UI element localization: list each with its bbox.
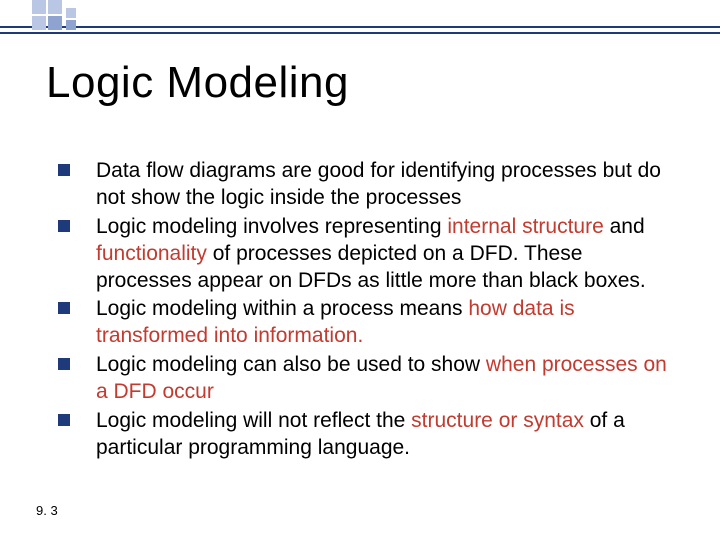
square-bullet-icon (58, 302, 70, 314)
bullet-list: Data flow diagrams are good for identify… (58, 158, 682, 464)
list-item-text: Logic modeling will not reflect the stru… (96, 408, 682, 462)
square-bullet-icon (58, 220, 70, 232)
slide-decoration (0, 0, 720, 38)
list-item-text: Logic modeling within a process means ho… (96, 296, 682, 350)
list-item: Logic modeling will not reflect the stru… (58, 408, 682, 462)
page-number: 9. 3 (36, 503, 58, 518)
list-item: Logic modeling involves representing int… (58, 214, 682, 295)
square-bullet-icon (58, 164, 70, 176)
list-item: Data flow diagrams are good for identify… (58, 158, 682, 212)
list-item: Logic modeling can also be used to show … (58, 352, 682, 406)
list-item-text: Logic modeling involves representing int… (96, 214, 682, 295)
slide-title: Logic Modeling (46, 58, 349, 108)
square-bullet-icon (58, 414, 70, 426)
list-item-text: Data flow diagrams are good for identify… (96, 158, 682, 212)
square-bullet-icon (58, 358, 70, 370)
list-item-text: Logic modeling can also be used to show … (96, 352, 682, 406)
list-item: Logic modeling within a process means ho… (58, 296, 682, 350)
